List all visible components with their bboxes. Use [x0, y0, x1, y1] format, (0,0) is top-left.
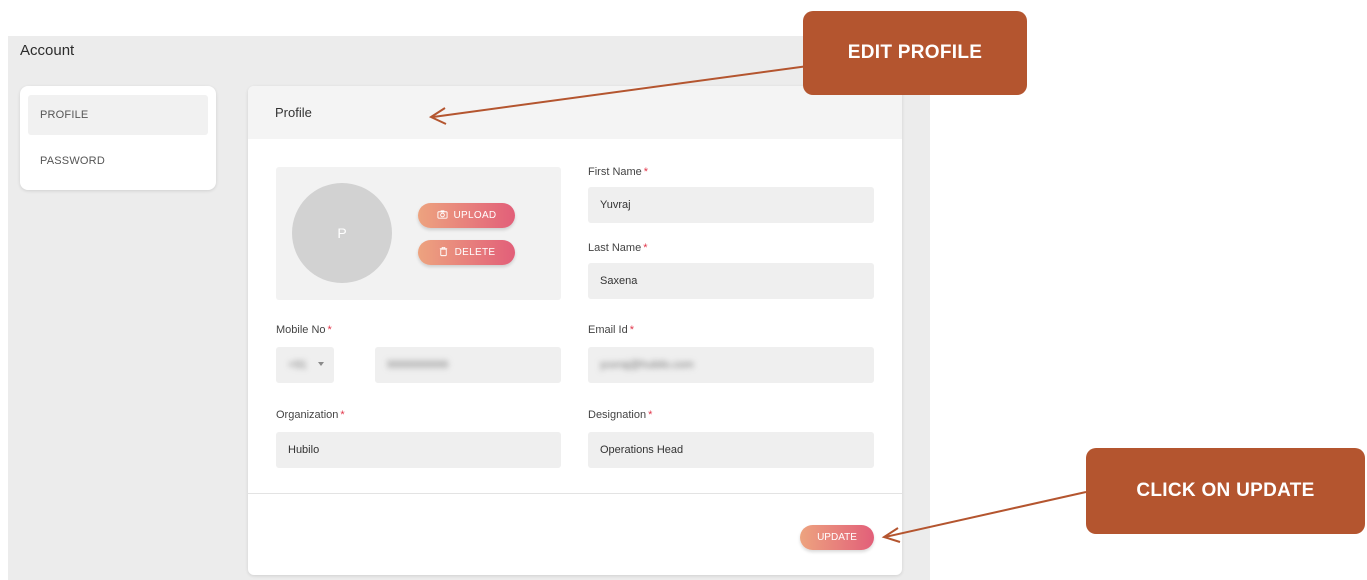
trash-icon: [438, 246, 449, 260]
designation-field[interactable]: Operations Head: [588, 432, 874, 468]
divider: [248, 493, 902, 494]
avatar-panel: P UPLOAD DELETE: [276, 167, 561, 300]
first-name-label: First Name *: [588, 166, 649, 178]
sidebar-item-password[interactable]: PASSWORD: [28, 141, 208, 181]
delete-label: DELETE: [454, 247, 496, 258]
update-button[interactable]: UPDATE: [800, 525, 874, 550]
camera-icon: [436, 209, 448, 223]
mobile-field[interactable]: 9999999999: [375, 347, 561, 383]
email-label: Email Id *: [588, 324, 635, 336]
country-code-select[interactable]: +91: [276, 347, 334, 383]
mobile-value: 9999999999: [387, 359, 449, 371]
organization-label: Organization *: [276, 409, 345, 421]
first-name-field[interactable]: Yuvraj: [588, 187, 874, 223]
email-field[interactable]: yuvraj@hubilo.com: [588, 347, 874, 383]
email-value: yuvraj@hubilo.com: [600, 359, 694, 371]
last-name-label: Last Name *: [588, 242, 648, 254]
last-name-field[interactable]: Saxena: [588, 263, 874, 299]
account-sidebar: PROFILE PASSWORD: [20, 86, 216, 190]
upload-button[interactable]: UPLOAD: [418, 203, 515, 228]
delete-button[interactable]: DELETE: [418, 240, 515, 265]
avatar: P: [292, 183, 392, 283]
edit-profile-callout: EDIT PROFILE: [803, 11, 1027, 95]
sidebar-item-profile[interactable]: PROFILE: [28, 95, 208, 135]
profile-card: Profile P UPLOAD DELETE First Name * Yuvr…: [248, 86, 902, 575]
screenshot-stage: Account PROFILE PASSWORD Profile P UPLOA…: [0, 0, 1367, 580]
chevron-down-icon: [318, 362, 324, 366]
page-title: Account: [20, 42, 75, 59]
click-update-callout: CLICK ON UPDATE: [1086, 448, 1365, 534]
designation-label: Designation *: [588, 409, 653, 421]
country-code-value: +91: [288, 359, 307, 371]
organization-field[interactable]: Hubilo: [276, 432, 561, 468]
profile-header: Profile: [248, 86, 902, 139]
upload-label: UPLOAD: [453, 210, 497, 221]
mobile-label: Mobile No *: [276, 324, 332, 336]
